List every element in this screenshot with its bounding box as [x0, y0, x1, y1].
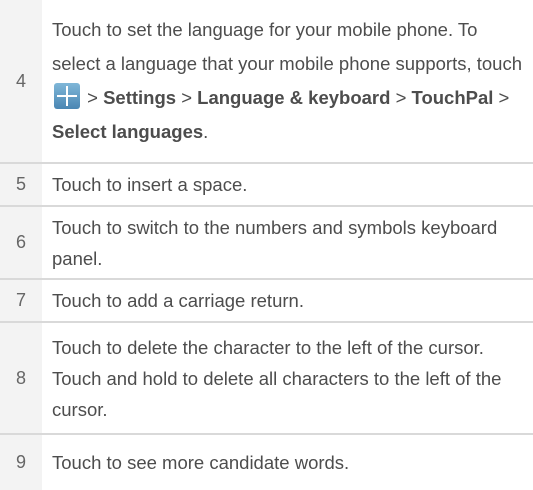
row-number: 9	[0, 435, 42, 490]
row-number: 5	[0, 164, 42, 205]
row-description: Touch to set the language for your mobil…	[42, 0, 533, 162]
period: .	[203, 121, 209, 142]
row-number: 4	[0, 0, 42, 162]
separator: >	[493, 87, 510, 108]
separator: >	[82, 87, 104, 108]
row-description: Touch to add a carriage return.	[52, 290, 304, 311]
table-row: 8 Touch to delete the character to the l…	[0, 323, 533, 435]
table-row: 4 Touch to set the language for your mob…	[0, 0, 533, 164]
row-description: Touch to delete the character to the lef…	[52, 336, 502, 420]
row-number: 8	[0, 323, 42, 433]
row-number: 6	[0, 207, 42, 278]
touchpal-label: TouchPal	[411, 87, 494, 108]
description-text: Touch to set the language for your mobil…	[52, 19, 523, 74]
table-row: 9 Touch to see more candidate words.	[0, 435, 533, 490]
settings-label: Settings	[103, 87, 177, 108]
separator: >	[390, 87, 412, 108]
grid-menu-icon	[54, 83, 80, 109]
instruction-table: 4 Touch to set the language for your mob…	[0, 0, 533, 490]
row-number: 7	[0, 280, 42, 321]
row-description: Touch to switch to the numbers and symbo…	[52, 216, 498, 269]
table-row: 5 Touch to insert a space.	[0, 164, 533, 207]
row-description: Touch to see more candidate words.	[52, 452, 350, 473]
table-row: 6 Touch to switch to the numbers and sym…	[0, 207, 533, 280]
row-description: Touch to insert a space.	[52, 174, 248, 195]
separator: >	[176, 87, 198, 108]
select-languages-label: Select languages	[52, 121, 204, 142]
language-keyboard-label: Language & keyboard	[197, 87, 391, 108]
table-row: 7 Touch to add a carriage return.	[0, 280, 533, 323]
